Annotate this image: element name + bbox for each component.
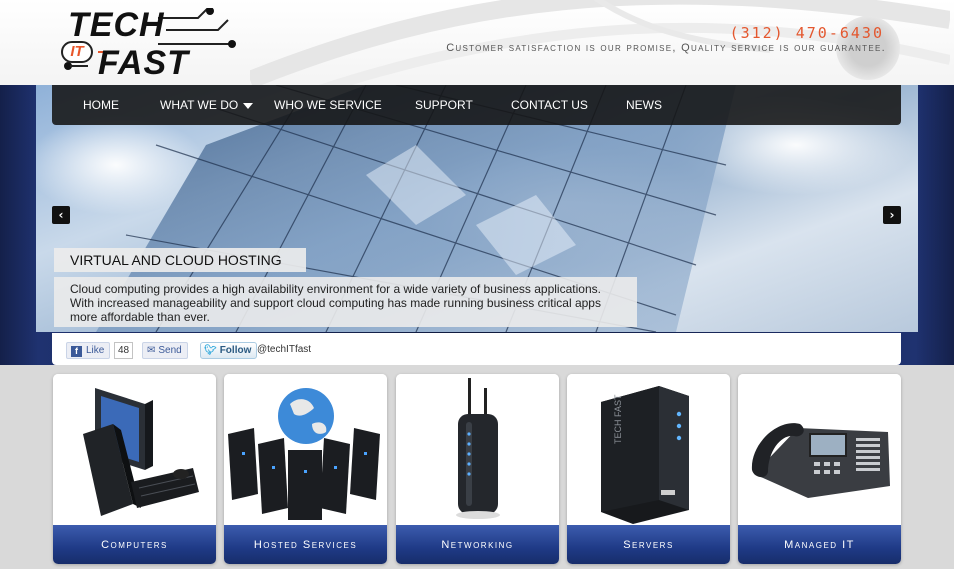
chevron-right-icon: › — [889, 208, 895, 222]
service-label: Servers — [567, 525, 730, 564]
computer-image — [53, 374, 216, 525]
phone-number[interactable]: (312) 470-6430 — [730, 24, 884, 42]
like-count: 48 — [114, 342, 134, 359]
twitter-bird-icon: 🐦︎ — [204, 345, 217, 356]
nav-what-we-do-label: WHAT WE DO — [160, 98, 239, 112]
main-nav: HOME WHAT WE DO WHO WE SERVICE SUPPORT C… — [52, 85, 901, 125]
service-card-servers[interactable]: TECH FAST Servers — [567, 374, 730, 564]
nav-contact-us[interactable]: CONTACT US — [511, 98, 588, 112]
send-label: Send — [158, 345, 182, 356]
slider-next-button[interactable]: › — [883, 206, 901, 224]
logo-text-tech: TECH — [68, 6, 165, 44]
slide-title: VIRTUAL AND CLOUD HOSTING — [54, 248, 306, 272]
site-header: TECH IT FAST (312) 470-6430 Customer sat… — [0, 0, 954, 85]
tech-it-fast-logo[interactable]: TECH IT FAST — [58, 6, 248, 82]
nav-what-we-do[interactable]: WHAT WE DO — [160, 98, 254, 112]
service-card-hosted-services[interactable]: Hosted Services — [224, 374, 387, 564]
nav-home[interactable]: HOME — [83, 98, 119, 112]
tagline: Customer satisfaction is our promise, Qu… — [446, 42, 886, 54]
twitter-follow-button[interactable]: 🐦︎ Follow — [200, 342, 258, 359]
service-label: Managed IT — [738, 525, 901, 564]
nav-who-we-service[interactable]: WHO WE SERVICE — [274, 98, 382, 112]
router-image — [396, 374, 559, 525]
slider-prev-button[interactable]: ‹ — [52, 206, 70, 224]
service-card-networking[interactable]: Networking — [396, 374, 559, 564]
nav-support[interactable]: SUPPORT — [415, 98, 473, 112]
phone-image — [738, 374, 901, 525]
slide-description: Cloud computing provides a high availabi… — [54, 277, 637, 327]
follow-label: Follow — [219, 345, 252, 356]
chevron-left-icon: ‹ — [58, 208, 64, 222]
send-icon: ✉ — [147, 345, 156, 356]
facebook-send-button[interactable]: ✉ Send — [142, 342, 188, 359]
service-label: Hosted Services — [224, 525, 387, 564]
service-label: Computers — [53, 525, 216, 564]
facebook-like-button[interactable]: f Like — [66, 342, 111, 359]
social-bar: f Like 48 ✉ Send 🐦︎ Follow @techITfast — [52, 333, 901, 365]
server-image: TECH FAST — [567, 374, 730, 525]
logo-badge-it: IT — [61, 41, 93, 63]
twitter-handle[interactable]: @techITfast — [257, 344, 311, 355]
service-card-managed-it[interactable]: Managed IT — [738, 374, 901, 564]
like-label: Like — [86, 345, 105, 356]
facebook-icon: f — [71, 346, 82, 357]
nav-news[interactable]: NEWS — [626, 98, 662, 112]
caret-down-icon — [243, 102, 254, 109]
service-card-computers[interactable]: Computers — [53, 374, 216, 564]
hosted-services-image — [224, 374, 387, 525]
logo-text-fast: FAST — [98, 44, 189, 82]
service-label: Networking — [396, 525, 559, 564]
svg-text:TECH FAST: TECH FAST — [613, 394, 623, 444]
